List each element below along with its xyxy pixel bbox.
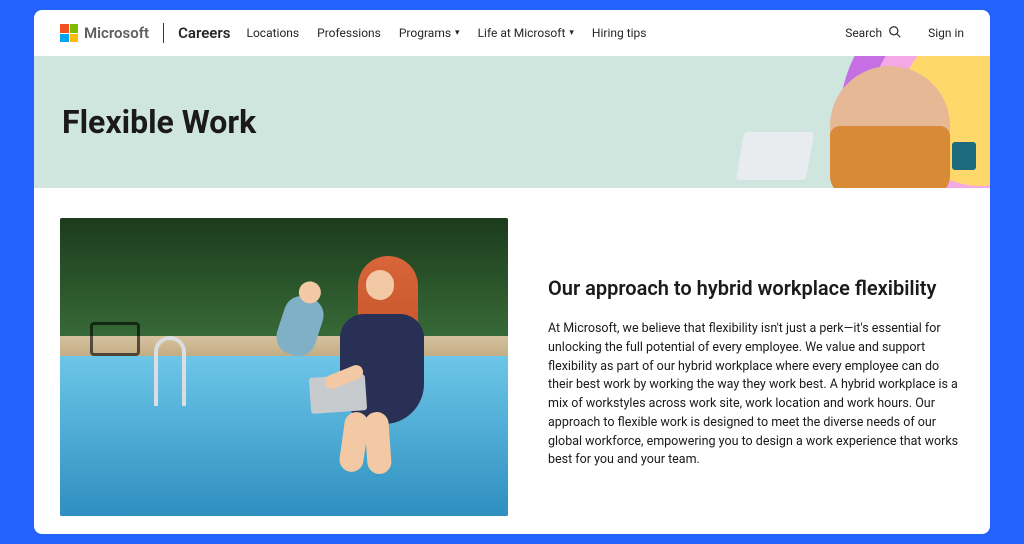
nav-life-label: Life at Microsoft xyxy=(478,26,566,40)
section-body: At Microsoft, we believe that flexibilit… xyxy=(548,320,964,470)
global-header: Microsoft Careers Locations Professions … xyxy=(34,10,990,56)
section-heading: Our approach to hybrid workplace flexibi… xyxy=(548,276,964,300)
main-text-block: Our approach to hybrid workplace flexibi… xyxy=(548,218,964,534)
page-frame: Microsoft Careers Locations Professions … xyxy=(34,10,990,534)
microsoft-logo[interactable]: Microsoft xyxy=(60,24,149,42)
nav-locations-label: Locations xyxy=(247,26,300,40)
nav-programs[interactable]: Programs ▾ xyxy=(399,26,460,40)
header-right: Search Sign in xyxy=(845,25,964,42)
search-button[interactable]: Search xyxy=(845,25,902,42)
primary-nav: Locations Professions Programs ▾ Life at… xyxy=(247,26,647,40)
main-content: Our approach to hybrid workplace flexibi… xyxy=(34,188,990,534)
microsoft-wordmark: Microsoft xyxy=(84,24,149,42)
header-divider xyxy=(163,23,164,43)
nav-hiring-tips[interactable]: Hiring tips xyxy=(592,26,647,40)
nav-professions[interactable]: Professions xyxy=(317,26,381,40)
page-title: Flexible Work xyxy=(62,103,256,141)
chevron-down-icon: ▾ xyxy=(455,28,460,38)
search-icon xyxy=(888,25,902,42)
hero-illustration xyxy=(770,56,990,188)
nav-hiring-tips-label: Hiring tips xyxy=(592,26,647,40)
hybrid-work-image xyxy=(60,218,508,516)
nav-programs-label: Programs xyxy=(399,26,451,40)
hero-banner: Flexible Work xyxy=(34,56,990,188)
microsoft-logo-icon xyxy=(60,24,78,42)
search-label: Search xyxy=(845,26,882,40)
nav-locations[interactable]: Locations xyxy=(247,26,300,40)
chevron-down-icon: ▾ xyxy=(569,28,574,38)
nav-life-at-microsoft[interactable]: Life at Microsoft ▾ xyxy=(478,26,574,40)
sign-in-link[interactable]: Sign in xyxy=(928,26,964,40)
nav-professions-label: Professions xyxy=(317,26,381,40)
careers-home-link[interactable]: Careers xyxy=(178,24,230,42)
